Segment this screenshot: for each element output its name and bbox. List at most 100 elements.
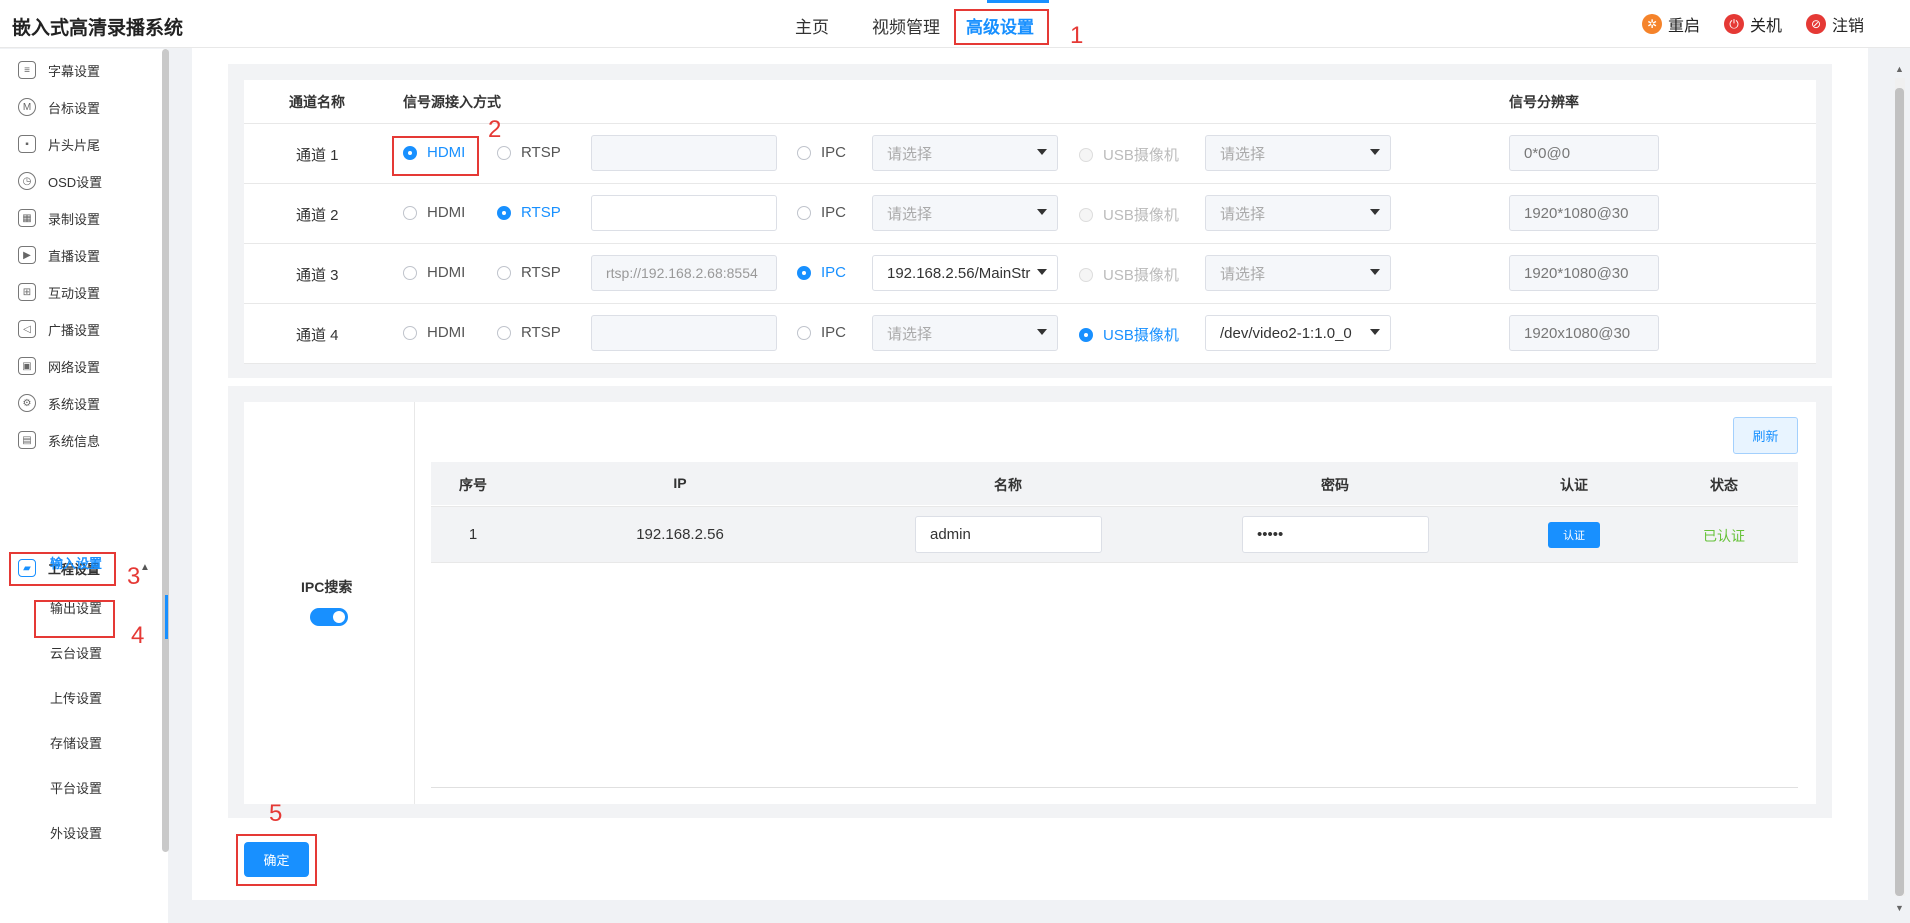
- power-button[interactable]: ⏻ 关机: [1724, 12, 1782, 36]
- caret-down-icon: [1037, 269, 1047, 275]
- nav-home[interactable]: 主页: [795, 13, 829, 38]
- ipc-col-password: 密码: [1321, 477, 1349, 493]
- auth-button[interactable]: 认证: [1548, 522, 1600, 548]
- channel-4-usb-select[interactable]: /dev/video2-1:1.0_0: [1205, 315, 1391, 351]
- logout-icon: ⊘: [1806, 14, 1827, 34]
- caret-down-icon: [1037, 149, 1047, 155]
- ipc-search-label: IPC搜索: [301, 579, 353, 595]
- radio-label: RTSP: [521, 144, 561, 161]
- sidebar-item-10[interactable]: ⚙ 系统设置: [0, 385, 165, 421]
- ipc-col-auth: 认证: [1560, 477, 1588, 493]
- radio-label: RTSP: [521, 324, 561, 341]
- sidebar-item-7[interactable]: ⊞ 互动设置: [0, 274, 165, 310]
- channel-2-rtsp-radio[interactable]: RTSP: [497, 204, 561, 221]
- sidebar-subitem-6[interactable]: 平台设置: [50, 778, 102, 797]
- channel-4-rtsp-input[interactable]: [591, 315, 777, 351]
- channel-1-usb-radio[interactable]: USB摄像机: [1079, 144, 1179, 165]
- sidebar-item-1[interactable]: ≡ 字幕设置: [0, 52, 165, 88]
- caret-down-icon: [1370, 329, 1380, 335]
- sidebar-item-label: 广播设置: [48, 322, 101, 338]
- channel-3-rtsp-input[interactable]: rtsp://192.168.2.68:8554: [591, 255, 777, 291]
- annotation-number-1: 1: [1070, 22, 1084, 49]
- ipc-table-bottom: [431, 787, 1798, 788]
- channel-4-usb-radio[interactable]: USB摄像机: [1079, 324, 1179, 345]
- channel-3-ipc-select[interactable]: 192.168.2.56/MainStr: [872, 255, 1058, 291]
- reboot-icon: ✲: [1642, 14, 1662, 34]
- caret-down-icon: [1370, 209, 1380, 215]
- radio-dot-icon: [403, 265, 417, 280]
- select-value: 请选择: [1220, 205, 1266, 223]
- radio-label: USB摄像机: [1103, 327, 1179, 344]
- channel-4-ipc-radio[interactable]: IPC: [797, 324, 846, 341]
- header-action-label: 重启: [1668, 18, 1701, 35]
- ipc-row-index: 1: [468, 526, 478, 543]
- radio-dot-icon: [1079, 147, 1093, 162]
- sidebar-item-5[interactable]: ▦ 录制设置: [0, 200, 165, 236]
- ipc-search-toggle[interactable]: [310, 608, 348, 626]
- scroll-down-arrow[interactable]: ▼: [1895, 903, 1904, 913]
- header-actions: ✲ 重启 ⏻ 关机 ⊘ 注销: [1618, 12, 1864, 36]
- sidebar-item-9[interactable]: ▣ 网络设置: [0, 348, 165, 384]
- caret-down-icon: [1370, 149, 1380, 155]
- sidebar-item-label: OSD设置: [48, 174, 103, 190]
- channel-2-hdmi-radio[interactable]: HDMI: [403, 204, 465, 221]
- channel-4-ipc-select[interactable]: 请选择: [872, 315, 1058, 351]
- reboot-button[interactable]: ✲ 重启: [1642, 12, 1700, 36]
- col-header-channel: 通道名称: [289, 94, 345, 110]
- collapse-caret-icon[interactable]: ▲: [140, 562, 150, 573]
- select-value: 请选择: [887, 325, 933, 343]
- channel-2-ipc-select[interactable]: 请选择: [872, 195, 1058, 231]
- channel-3-hdmi-radio[interactable]: HDMI: [403, 264, 465, 281]
- sidebar-subitem-4[interactable]: 上传设置: [50, 688, 102, 707]
- sidebar-subitem-7[interactable]: 外设设置: [50, 823, 102, 842]
- scroll-up-arrow[interactable]: ▲: [1895, 64, 1904, 74]
- nav-video-management[interactable]: 视频管理: [872, 13, 940, 38]
- row-divider: [244, 303, 1816, 304]
- radio-dot-icon: [797, 205, 811, 220]
- channel-3-name: 通道 3: [296, 267, 339, 284]
- sidebar-item-3[interactable]: ▪ 片头片尾: [0, 126, 165, 162]
- select-value: 请选择: [887, 145, 933, 163]
- channel-3-usb-radio[interactable]: USB摄像机: [1079, 264, 1179, 285]
- ipc-password-input[interactable]: •••••: [1242, 516, 1429, 553]
- sidebar-subitem-3[interactable]: 云台设置: [50, 643, 102, 662]
- header-action-label: 注销: [1832, 18, 1865, 35]
- live-icon: ▶: [18, 246, 36, 264]
- channel-3-ipc-radio[interactable]: IPC: [797, 264, 846, 281]
- sidebar-item-11[interactable]: ▤ 系统信息: [0, 422, 165, 458]
- channel-1-rtsp-radio[interactable]: RTSP: [497, 144, 561, 161]
- logout-button[interactable]: ⊘ 注销: [1806, 12, 1864, 36]
- channel-4-hdmi-radio[interactable]: HDMI: [403, 324, 465, 341]
- annotation-number-3: 3: [127, 563, 141, 590]
- channel-1-rtsp-input[interactable]: [591, 135, 777, 171]
- sidebar-item-6[interactable]: ▶ 直播设置: [0, 237, 165, 273]
- channel-3-rtsp-radio[interactable]: RTSP: [497, 264, 561, 281]
- sidebar-active-indicator: [165, 595, 168, 639]
- channel-3-usb-select[interactable]: 请选择: [1205, 255, 1391, 291]
- ipc-name-input[interactable]: admin: [915, 516, 1102, 553]
- subtitle-icon: ≡: [18, 61, 36, 79]
- channel-1-ipc-select[interactable]: 请选择: [872, 135, 1058, 171]
- ipc-divider: [414, 402, 415, 804]
- channel-2-usb-radio[interactable]: USB摄像机: [1079, 204, 1179, 225]
- radio-label: IPC: [821, 144, 847, 161]
- channel-2-ipc-radio[interactable]: IPC: [797, 204, 846, 221]
- page-scrollbar-thumb[interactable]: [1895, 88, 1904, 896]
- channel-2-usb-select[interactable]: 请选择: [1205, 195, 1391, 231]
- sidebar-item-4[interactable]: ◷ OSD设置: [0, 163, 165, 199]
- annotation-number-2: 2: [488, 116, 502, 143]
- channel-2-rtsp-input[interactable]: [591, 195, 777, 231]
- sidebar-item-8[interactable]: ◁ 广播设置: [0, 311, 165, 347]
- channel-4-rtsp-radio[interactable]: RTSP: [497, 324, 561, 341]
- channel-1-ipc-radio[interactable]: IPC: [797, 144, 846, 161]
- sidebar-subitem-5[interactable]: 存储设置: [50, 733, 102, 752]
- refresh-button[interactable]: 刷新: [1733, 417, 1798, 454]
- annotation-box-4: [34, 600, 115, 638]
- channel-1-usb-select[interactable]: 请选择: [1205, 135, 1391, 171]
- clip-icon: ▪: [18, 135, 36, 153]
- ipc-col-status: 状态: [1710, 477, 1738, 493]
- sidebar-item-2[interactable]: M 台标设置: [0, 89, 165, 125]
- channel-4-name: 通道 4: [296, 327, 339, 344]
- app-title: 嵌入式高清录播系统: [12, 18, 184, 39]
- radio-dot-icon: [1079, 327, 1093, 342]
